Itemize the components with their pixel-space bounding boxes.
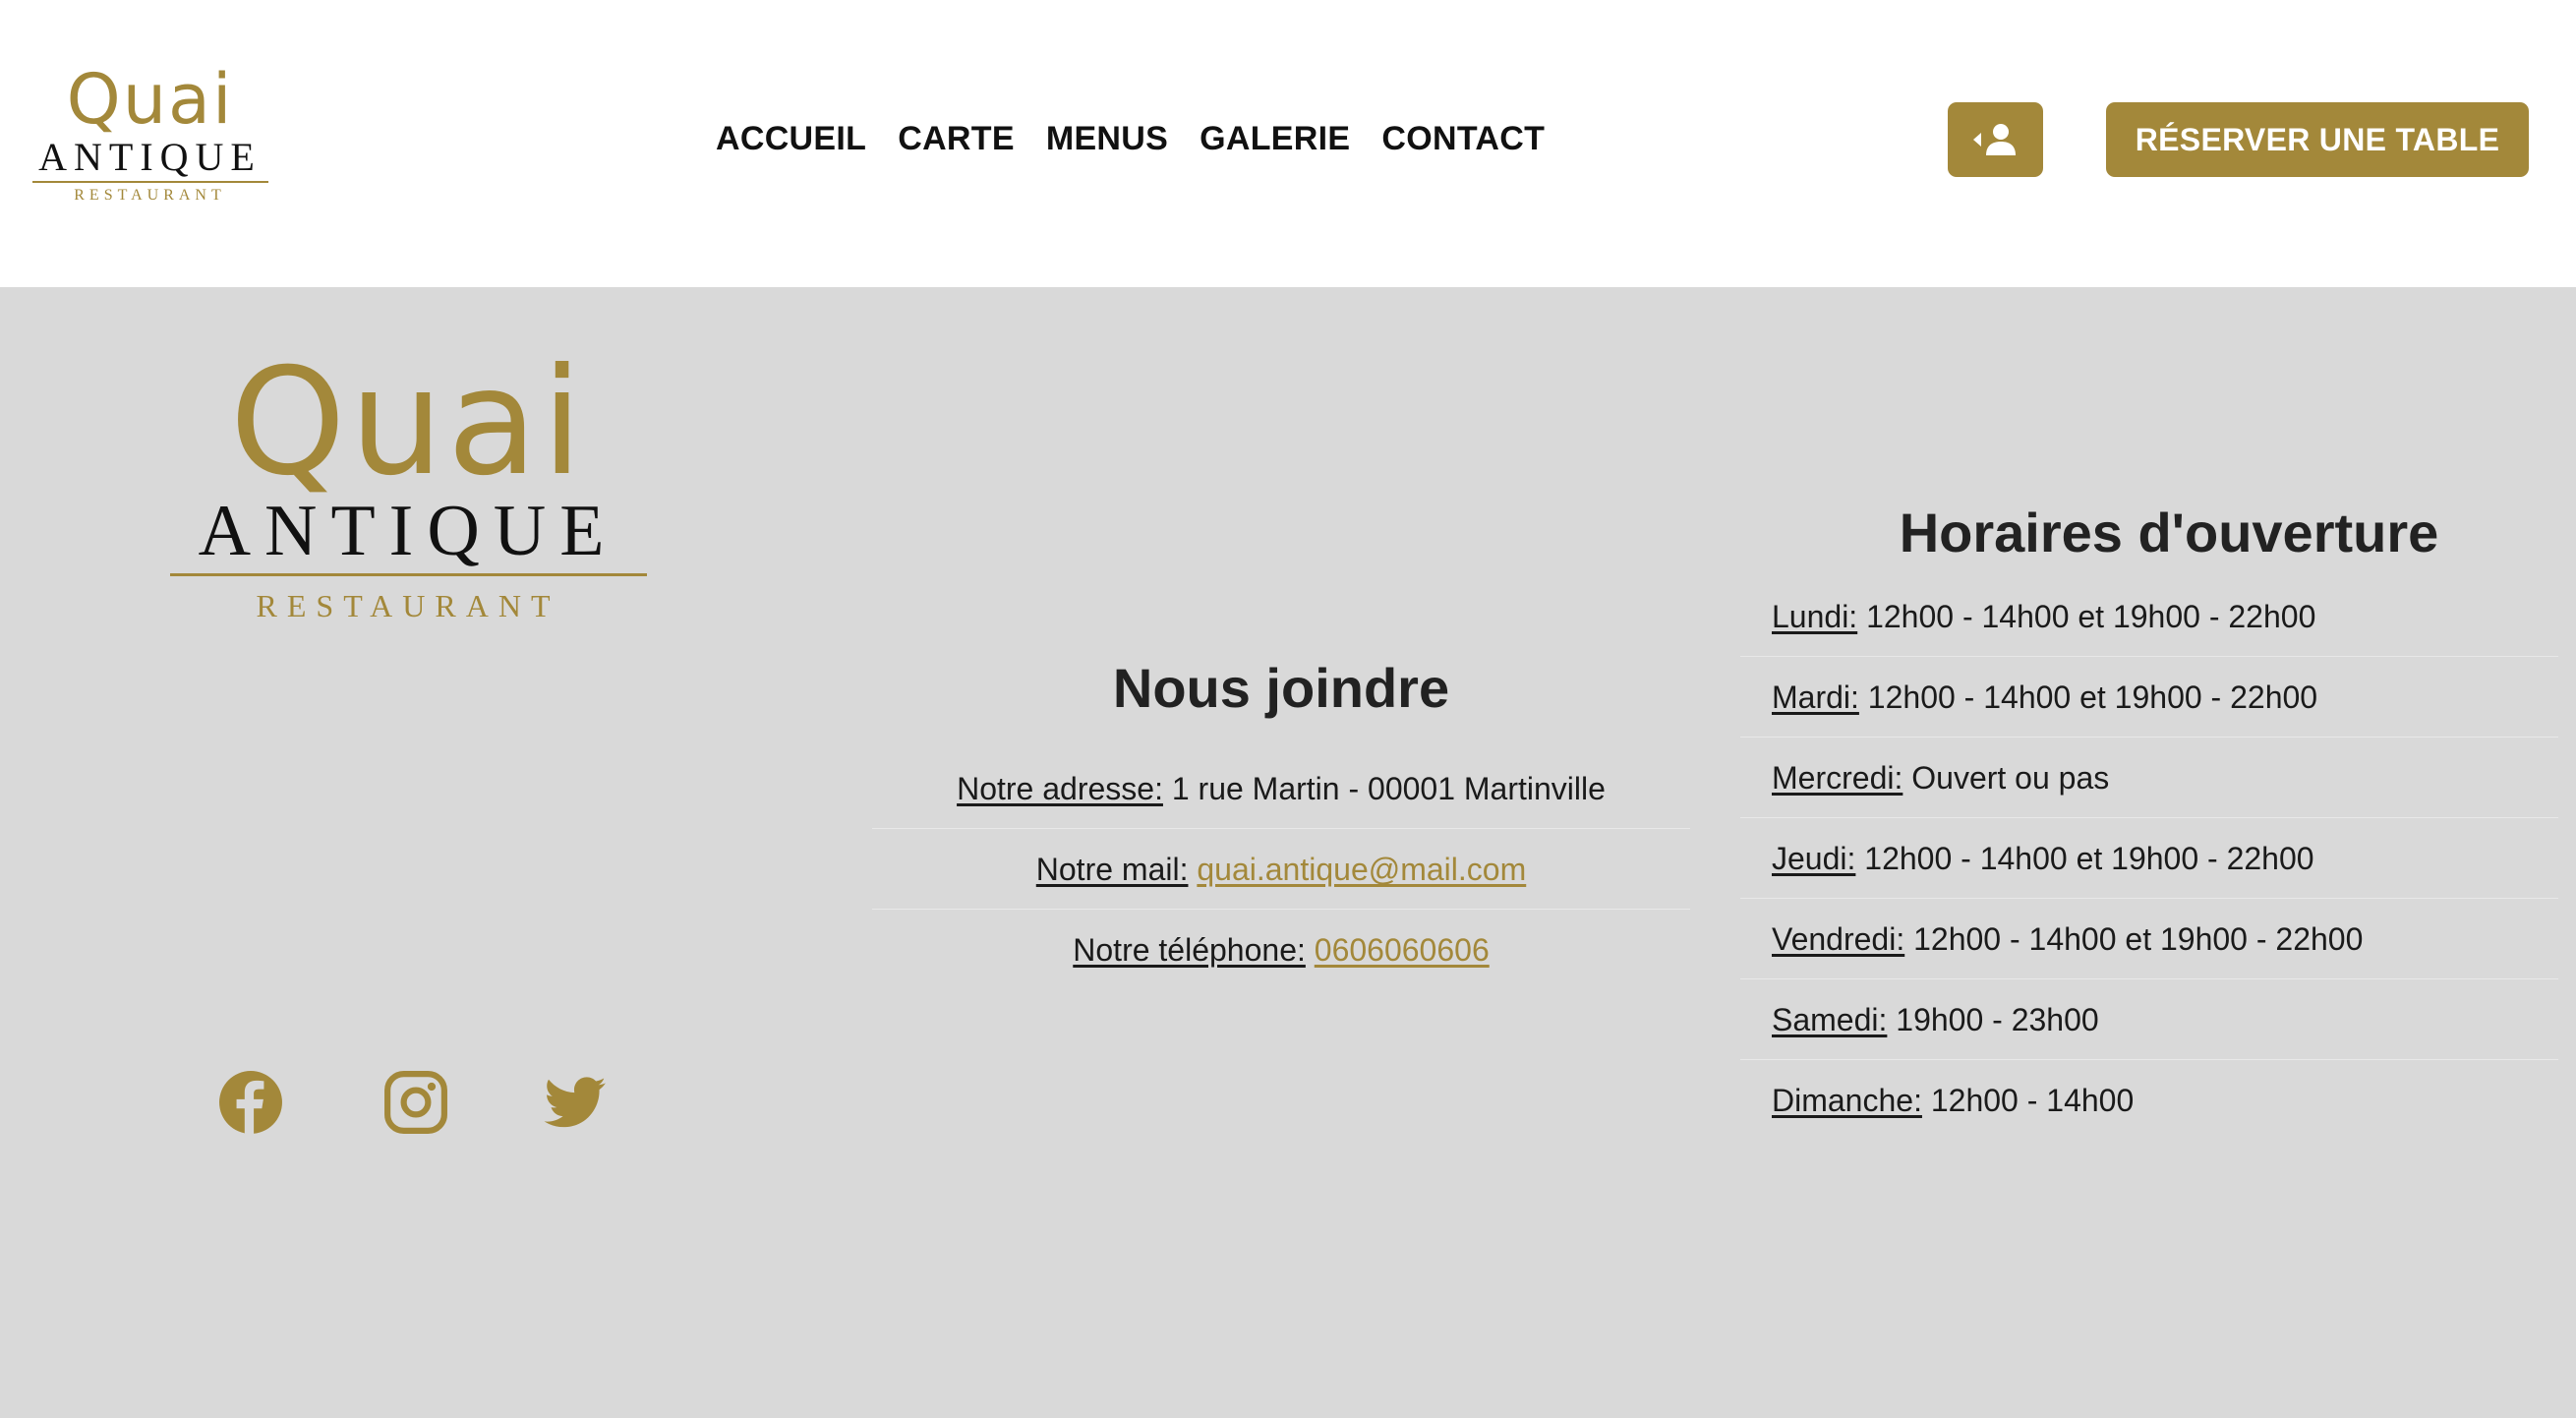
- opening-hours-section: Horaires d'ouverture Lundi: 12h00 - 14h0…: [1740, 500, 2558, 1141]
- day-label: Dimanche:: [1772, 1083, 1922, 1118]
- contact-section: Nous joindre Notre adresse: 1 rue Martin…: [872, 655, 1690, 990]
- hours-row-vendredi: Vendredi: 12h00 - 14h00 et 19h00 - 22h00: [1740, 899, 2558, 979]
- footer-logo: Quai ANTIQUE RESTAURANT: [167, 349, 649, 621]
- user-login-icon: [1972, 124, 2016, 155]
- hours-row-samedi: Samedi: 19h00 - 23h00: [1740, 979, 2558, 1060]
- day-label: Mardi:: [1772, 679, 1859, 715]
- logo-rule: [31, 181, 268, 183]
- nav-item-accueil[interactable]: ACCUEIL: [716, 116, 866, 161]
- hours-row-dimanche: Dimanche: 12h00 - 14h00: [1740, 1060, 2558, 1141]
- mail-label: Notre mail:: [1035, 852, 1189, 887]
- day-hours: 12h00 - 14h00: [1930, 1083, 2135, 1118]
- day-hours: 12h00 - 14h00 et 19h00 - 22h00: [1864, 841, 2314, 876]
- contact-title-wrap: Nous joindre: [872, 655, 1690, 748]
- twitter-icon[interactable]: [543, 1070, 608, 1135]
- contact-address-row: Notre adresse: 1 rue Martin - 00001 Mart…: [872, 748, 1690, 829]
- phone-label: Notre téléphone:: [1073, 932, 1306, 968]
- day-hours: Ouvert ou pas: [1911, 760, 2110, 796]
- reserve-table-button[interactable]: RÉSERVER UNE TABLE: [2106, 102, 2529, 177]
- logo-antique-text: ANTIQUE: [38, 135, 262, 179]
- facebook-icon[interactable]: [218, 1070, 283, 1135]
- logo-quai-text: Quai: [66, 59, 234, 140]
- hours-row-jeudi: Jeudi: 12h00 - 14h00 et 19h00 - 22h00: [1740, 818, 2558, 899]
- day-hours: 19h00 - 23h00: [1896, 1002, 2099, 1037]
- contact-phone-row: Notre téléphone: 0606060606: [872, 910, 1690, 990]
- nav-item-menus[interactable]: MENUS: [1046, 116, 1168, 161]
- hours-row-lundi: Lundi: 12h00 - 14h00 et 19h00 - 22h00: [1740, 576, 2558, 657]
- logo-restaurant-text: RESTAURANT: [74, 187, 226, 204]
- account-button[interactable]: [1948, 102, 2043, 177]
- address-label: Notre adresse:: [957, 771, 1163, 806]
- contact-mail-row: Notre mail: quai.antique@mail.com: [872, 829, 1690, 910]
- footer-logo-restaurant-text: RESTAURANT: [256, 588, 560, 623]
- header-logo[interactable]: Quai ANTIQUE RESTAURANT: [29, 59, 270, 204]
- main-nav: ACCUEIL CARTE MENUS GALERIE CONTACT: [716, 116, 1545, 161]
- day-hours: 12h00 - 14h00 et 19h00 - 22h00: [1866, 599, 2316, 634]
- phone-link[interactable]: 0606060606: [1315, 932, 1490, 968]
- day-hours: 12h00 - 14h00 et 19h00 - 22h00: [1867, 679, 2318, 715]
- footer-logo-quai-text: Quai: [229, 337, 587, 508]
- hours-row-mercredi: Mercredi: Ouvert ou pas: [1740, 738, 2558, 818]
- day-label: Jeudi:: [1772, 841, 1856, 876]
- address-value: 1 rue Martin - 00001 Martinville: [1171, 771, 1606, 806]
- hours-title: Horaires d'ouverture: [1899, 502, 2439, 563]
- day-label: Mercredi:: [1772, 760, 1903, 796]
- mail-link[interactable]: quai.antique@mail.com: [1197, 852, 1526, 887]
- nav-item-galerie[interactable]: GALERIE: [1200, 116, 1350, 161]
- social-links: [218, 1070, 612, 1139]
- day-label: Vendredi:: [1772, 921, 1905, 957]
- nav-item-carte[interactable]: CARTE: [898, 116, 1015, 161]
- day-label: Samedi:: [1772, 1002, 1888, 1037]
- footer-logo-rule: [169, 573, 647, 576]
- footer-logo-antique-text: ANTIQUE: [198, 491, 618, 571]
- hours-row-mardi: Mardi: 12h00 - 14h00 et 19h00 - 22h00: [1740, 657, 2558, 738]
- instagram-icon[interactable]: [383, 1070, 448, 1135]
- site-header: Quai ANTIQUE RESTAURANT ACCUEIL CARTE ME…: [0, 0, 2576, 287]
- day-label: Lundi:: [1772, 599, 1858, 634]
- contact-title: Nous joindre: [1112, 657, 1450, 719]
- day-hours: 12h00 - 14h00 et 19h00 - 22h00: [1913, 921, 2364, 957]
- nav-item-contact[interactable]: CONTACT: [1381, 116, 1545, 161]
